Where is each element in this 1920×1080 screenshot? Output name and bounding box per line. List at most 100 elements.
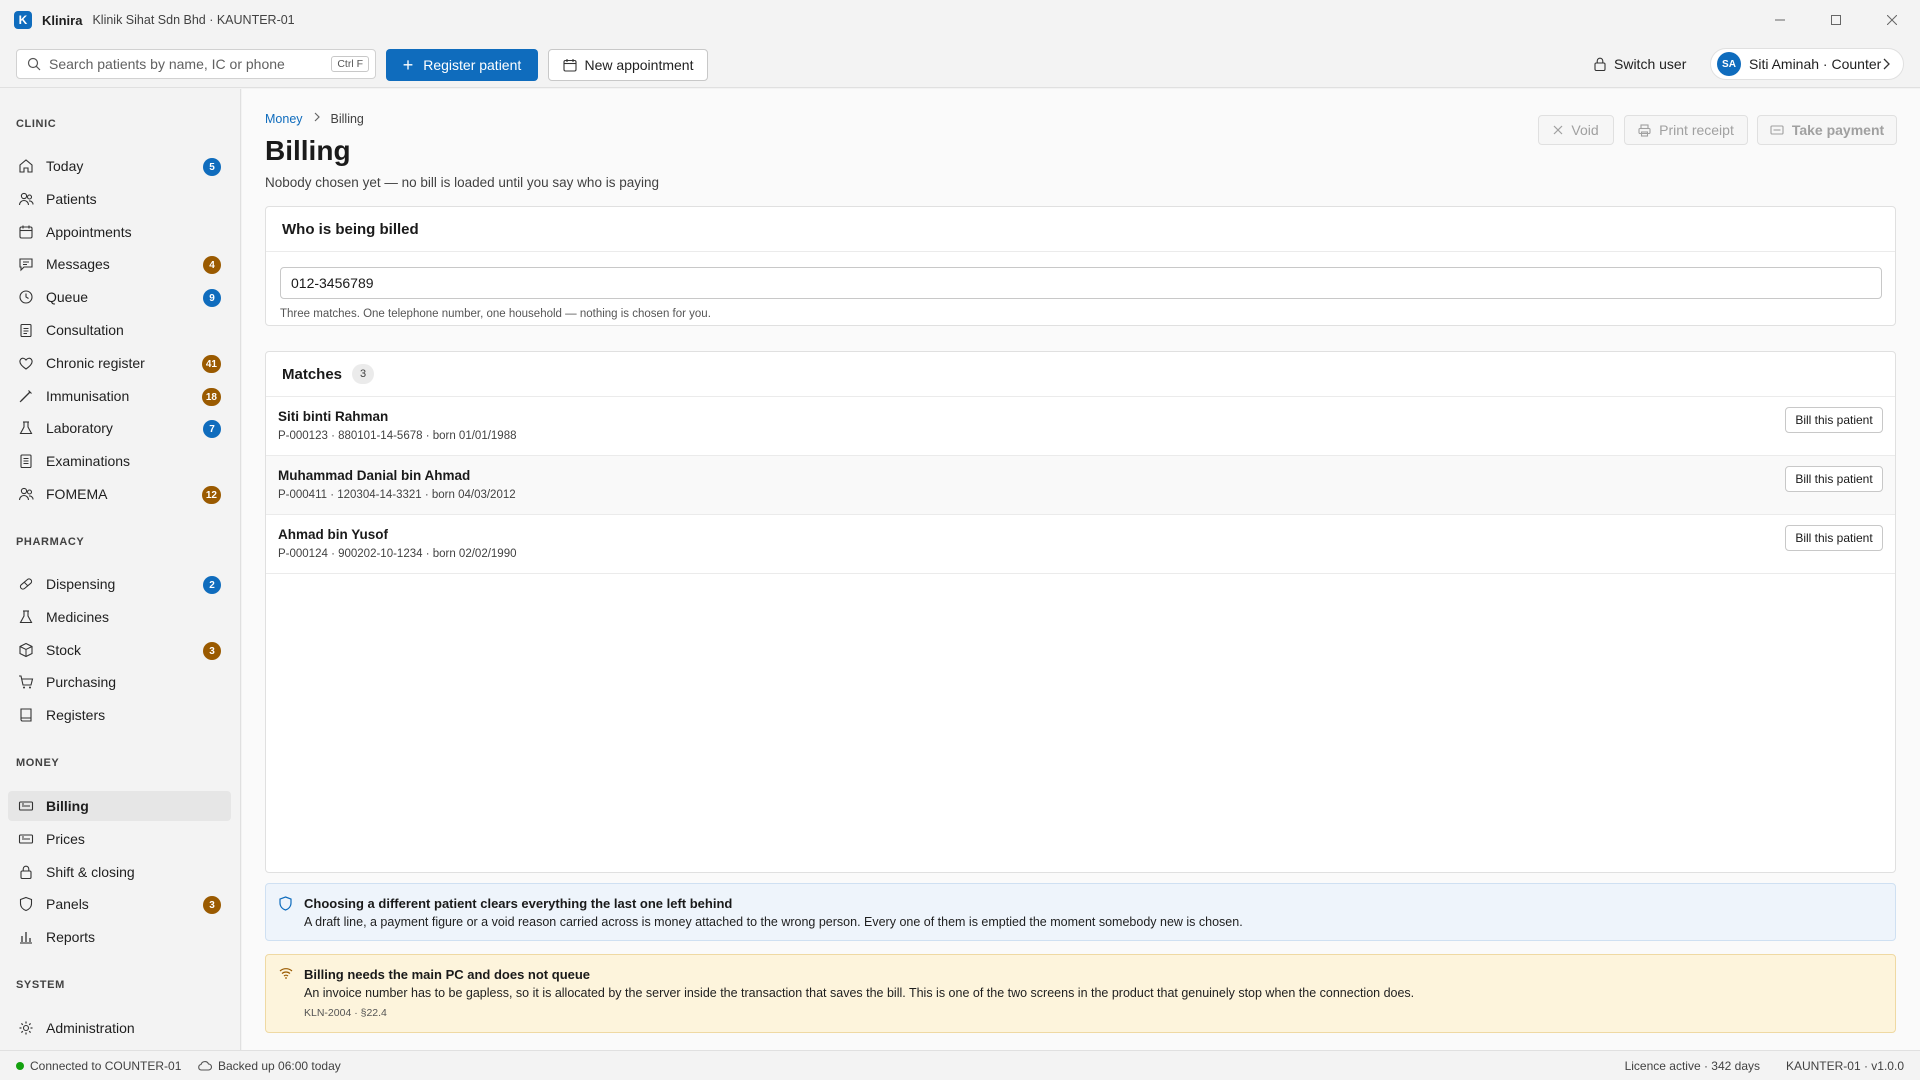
window-controls bbox=[1752, 0, 1920, 40]
search-shortcut-hint: Ctrl F bbox=[331, 56, 369, 72]
user-menu[interactable]: SA Siti Aminah · Counter bbox=[1710, 48, 1904, 80]
sidebar-item-label: Medicines bbox=[46, 609, 110, 625]
patient-name: Muhammad Danial bin Ahmad bbox=[278, 468, 471, 483]
breadcrumb-current: Billing bbox=[330, 111, 364, 126]
flask-icon bbox=[18, 609, 34, 625]
sidebar-item-panels[interactable]: Panels 3 bbox=[8, 889, 231, 919]
sidebar-item-patients[interactable]: Patients bbox=[8, 184, 231, 214]
bill-this-patient-button[interactable]: Bill this patient bbox=[1785, 407, 1883, 433]
shield-icon bbox=[279, 896, 292, 911]
status-bar: Connected to COUNTER-01 Backed up 06:00 … bbox=[0, 1050, 1920, 1080]
page-subtitle: Nobody chosen yet — no bill is loaded un… bbox=[265, 175, 659, 190]
sidebar-item-immunisation[interactable]: Immunisation 18 bbox=[8, 381, 231, 411]
patient-name: Ahmad bin Yusof bbox=[278, 527, 389, 542]
patient-search[interactable]: Ctrl F bbox=[16, 49, 376, 79]
matches-count-badge: 3 bbox=[352, 364, 375, 384]
bill-this-patient-button[interactable]: Bill this patient bbox=[1785, 525, 1883, 551]
bill-this-patient-button[interactable]: Bill this patient bbox=[1785, 466, 1883, 492]
syringe-icon bbox=[18, 388, 34, 404]
count-badge: 2 bbox=[203, 576, 221, 594]
breadcrumb: Money Billing bbox=[265, 111, 364, 126]
lookup-hint: Three matches. One telephone number, one… bbox=[280, 308, 711, 320]
sidebar-item-label: Messages bbox=[46, 256, 110, 272]
chat-icon bbox=[18, 256, 34, 272]
count-badge: 3 bbox=[203, 642, 221, 660]
void-button[interactable]: Void bbox=[1538, 115, 1614, 145]
minimize-icon[interactable] bbox=[1752, 0, 1808, 40]
box-icon bbox=[18, 642, 34, 658]
licence-status: Licence active · 342 days bbox=[1624, 1059, 1760, 1073]
money-icon bbox=[18, 798, 34, 814]
patient-name: Siti binti Rahman bbox=[278, 409, 389, 424]
sidebar-item-fomema[interactable]: FOMEMA 12 bbox=[8, 479, 231, 509]
sidebar-item-appointments[interactable]: Appointments bbox=[8, 217, 231, 247]
patient-lookup-input[interactable]: 012-3456789 bbox=[280, 267, 1882, 299]
sidebar-item-label: Examinations bbox=[46, 453, 131, 469]
sidebar-item-label: Billing bbox=[46, 798, 89, 814]
sidebar-item-billing[interactable]: Billing bbox=[8, 791, 231, 821]
sidebar-item-consultation[interactable]: Consultation bbox=[8, 315, 231, 345]
sidebar-item-laboratory[interactable]: Laboratory 7 bbox=[8, 413, 231, 443]
sidebar-item-shift-closing[interactable]: Shift & closing bbox=[8, 857, 231, 887]
count-badge: 5 bbox=[203, 158, 221, 176]
sidebar-item-stock[interactable]: Stock 3 bbox=[8, 635, 231, 665]
print-receipt-button[interactable]: Print receipt bbox=[1624, 115, 1748, 145]
who-billed-header: Who is being billed bbox=[266, 207, 1895, 252]
home-icon bbox=[18, 158, 34, 174]
sidebar-item-label: Today bbox=[46, 158, 84, 174]
sidebar-item-label: Appointments bbox=[46, 224, 132, 240]
heart-icon bbox=[18, 355, 34, 371]
matches-card: Matches 3 Siti binti Rahman P-000123 · 88… bbox=[265, 351, 1896, 873]
app-subtitle: Klinik Sihat Sdn Bhd · KAUNTER-01 bbox=[92, 13, 295, 27]
version-label: KAUNTER-01 · v1.0.0 bbox=[1785, 1059, 1904, 1073]
sidebar-item-label: Dispensing bbox=[46, 576, 116, 592]
sidebar-item-medicines[interactable]: Medicines bbox=[8, 602, 231, 632]
match-row: Ahmad bin Yusof P-000124 · 900202-10-1234… bbox=[266, 515, 1895, 574]
sidebar-item-administration[interactable]: Administration bbox=[8, 1013, 231, 1043]
gear-icon bbox=[18, 1020, 34, 1036]
sidebar-section-clinic: CLINIC bbox=[16, 118, 57, 130]
maximize-icon[interactable] bbox=[1808, 0, 1864, 40]
sidebar-item-registers[interactable]: Registers bbox=[8, 700, 231, 730]
sidebar-item-label: Immunisation bbox=[46, 388, 130, 404]
app-name: Klinira bbox=[42, 12, 83, 28]
sidebar-item-purchasing[interactable]: Purchasing bbox=[8, 667, 231, 697]
patient-details: P-000411 · 120304-14-3321 · born 04/03/2… bbox=[278, 489, 516, 501]
close-icon[interactable] bbox=[1864, 0, 1920, 40]
clipboard-icon bbox=[18, 322, 34, 338]
take-payment-button[interactable]: Take payment bbox=[1757, 115, 1897, 145]
switch-user-button[interactable]: Switch user bbox=[1594, 49, 1686, 79]
match-row: Siti binti Rahman P-000123 · 880101-14-56… bbox=[266, 397, 1895, 456]
clock-icon bbox=[18, 289, 34, 305]
sidebar-item-label: FOMEMA bbox=[46, 486, 108, 502]
sidebar-section-system: SYSTEM bbox=[16, 979, 65, 991]
search-input[interactable] bbox=[49, 56, 332, 72]
info-notice: Choosing a different patient clears ever… bbox=[265, 883, 1896, 941]
count-badge: 4 bbox=[203, 256, 221, 274]
sidebar-item-chronic-register[interactable]: Chronic register 41 bbox=[8, 348, 231, 378]
sidebar-item-prices[interactable]: Prices bbox=[8, 824, 231, 854]
sidebar-item-today[interactable]: Today 5 bbox=[8, 151, 231, 181]
sidebar-item-label: Administration bbox=[46, 1020, 135, 1036]
who-billed-title: Who is being billed bbox=[282, 220, 419, 238]
sidebar-item-messages[interactable]: Messages 4 bbox=[8, 249, 231, 279]
sidebar-item-dispensing[interactable]: Dispensing 2 bbox=[8, 569, 231, 599]
switch-user-label: Switch user bbox=[1614, 56, 1687, 72]
sidebar-item-examinations[interactable]: Examinations bbox=[8, 446, 231, 476]
pill-icon bbox=[18, 576, 34, 592]
cart-icon bbox=[18, 674, 34, 690]
new-appointment-button[interactable]: New appointment bbox=[548, 49, 708, 81]
count-badge: 7 bbox=[203, 420, 221, 438]
money-icon bbox=[18, 831, 34, 847]
sidebar-item-label: Registers bbox=[46, 707, 106, 723]
title-bar: K Klinira Klinik Sihat Sdn Bhd · KAUNTER… bbox=[0, 0, 1920, 40]
register-patient-label: Register patient bbox=[423, 57, 522, 73]
breadcrumb-money-link[interactable]: Money bbox=[265, 112, 303, 126]
sidebar-item-reports[interactable]: Reports bbox=[8, 922, 231, 952]
sidebar-item-queue[interactable]: Queue 9 bbox=[8, 282, 231, 312]
sidebar-item-label: Purchasing bbox=[46, 674, 117, 690]
register-patient-button[interactable]: + Register patient bbox=[386, 49, 538, 81]
toolbar: Ctrl F + Register patient New appointmen… bbox=[0, 40, 1920, 88]
warning-notice-title: Billing needs the main PC and does not q… bbox=[304, 967, 591, 982]
warning-notice: Billing needs the main PC and does not q… bbox=[265, 954, 1896, 1033]
